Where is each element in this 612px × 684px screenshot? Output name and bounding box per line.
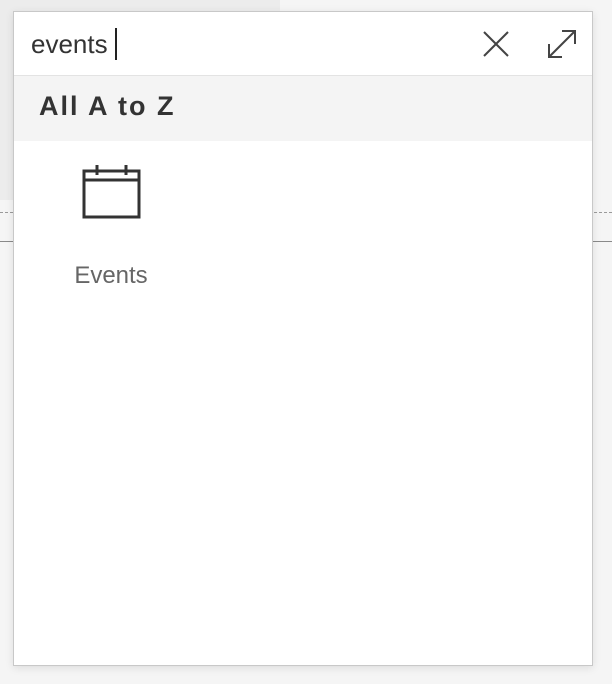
search-bar — [14, 12, 592, 76]
app-tile-label: Events — [74, 262, 148, 289]
search-input[interactable] — [31, 26, 431, 62]
app-tile-events[interactable]: Events — [54, 159, 166, 289]
close-icon — [483, 31, 509, 57]
clear-search-button[interactable] — [478, 26, 514, 62]
section-header: All A to Z — [14, 76, 592, 141]
expand-button[interactable] — [544, 26, 580, 62]
expand-icon — [548, 30, 576, 58]
text-caret — [115, 28, 117, 60]
section-title: All A to Z — [39, 91, 176, 121]
app-search-panel: All A to Z Events — [13, 11, 593, 666]
calendar-icon — [82, 165, 141, 219]
